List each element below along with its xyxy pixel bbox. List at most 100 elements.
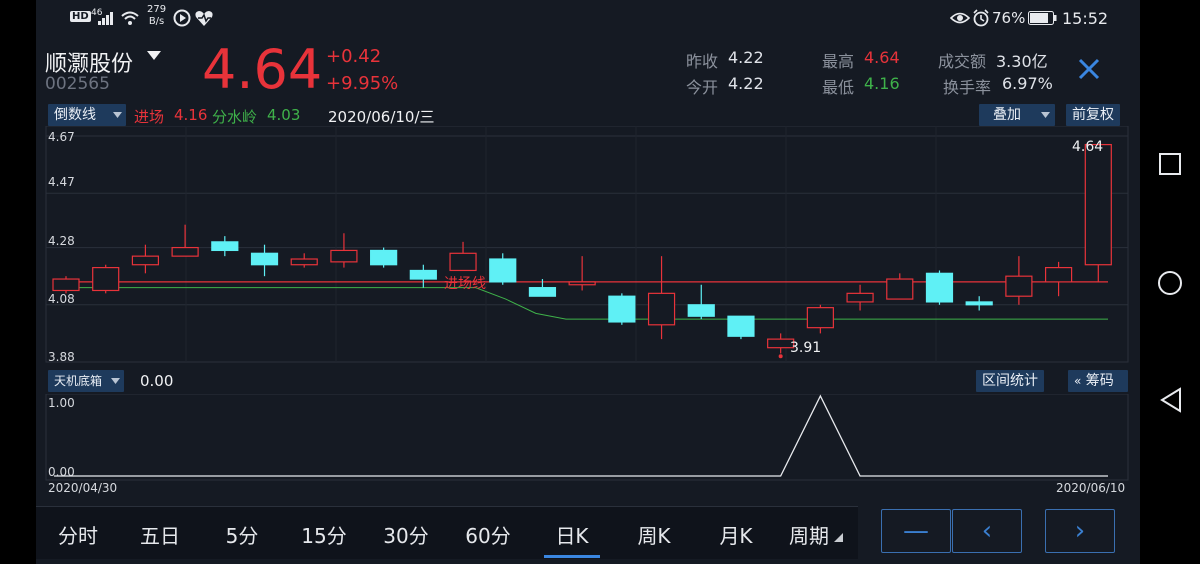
system-nav-bar <box>1140 0 1200 564</box>
sub-indicator-line <box>54 394 1108 477</box>
interval-stats-label: 区间统计 <box>982 373 1038 389</box>
status-bar: HD 46 279 B/s 76% 15:52 <box>36 0 1140 36</box>
tab-weekly-k[interactable]: 周K <box>626 520 682 549</box>
next-button[interactable]: › <box>1045 509 1115 553</box>
chevron-right-icon: › <box>1074 516 1086 546</box>
adjust-button[interactable]: 前复权 <box>1066 104 1120 126</box>
candle-body <box>449 252 477 272</box>
candle-body <box>806 307 834 329</box>
candle-body <box>131 255 160 266</box>
sub-indicator-chart[interactable] <box>36 394 1140 484</box>
candle-body <box>290 258 318 266</box>
chips-button-label: 筹码 <box>1085 373 1114 389</box>
tab-monthly-k[interactable]: 月K <box>708 520 764 549</box>
sub-y-tick-bottom: 0.00 <box>48 465 75 479</box>
entry-value: 4.16 <box>174 106 208 124</box>
candle-body <box>171 246 199 257</box>
candle-body <box>687 304 715 317</box>
max-price-label: 4.64 <box>1072 139 1104 155</box>
candle-body <box>846 292 874 303</box>
chart-frame <box>45 126 1129 363</box>
y-tick-4: 4.08 <box>48 292 75 306</box>
candle-body <box>1044 266 1073 283</box>
amount-value: 3.30亿 <box>996 52 1048 71</box>
divide-value: 4.03 <box>267 106 301 124</box>
min-price-label: 3.91 <box>790 340 822 356</box>
sub-indicator-selector[interactable]: 天机底箱 <box>48 370 124 392</box>
chevron-down-icon <box>1041 112 1050 118</box>
y-tick-5: 3.88 <box>48 350 75 364</box>
battery-icon <box>1028 11 1057 25</box>
sub-y-tick-top: 1.00 <box>48 396 75 410</box>
tab-intraday[interactable]: 分时 <box>52 520 104 549</box>
sub-chart-frame <box>45 394 1129 481</box>
hd-indicator: HD <box>70 11 91 22</box>
net-speed-unit: B/s <box>148 16 165 27</box>
start-date-label: 2020/04/30 <box>48 481 118 495</box>
stock-code: 002565 <box>45 74 110 94</box>
cursor-date: 2020/06/10/三 <box>328 108 435 126</box>
tab-15min[interactable]: 15分 <box>298 520 350 549</box>
double-chevron-left-icon: « <box>1074 374 1082 388</box>
wifi-icon <box>121 11 139 25</box>
sub-indicator-value: 0.00 <box>140 372 174 390</box>
chevron-down-icon <box>111 378 120 384</box>
open-label: 今开 <box>686 78 719 97</box>
period-tab-bar: 分时 五日 5分 15分 30分 60分 日K 周K 月K 周期 <box>36 506 858 559</box>
back-icon[interactable] <box>1159 387 1183 413</box>
indicator-selector-label: 倒数线 <box>54 107 96 123</box>
tab-60min[interactable]: 60分 <box>462 520 514 549</box>
chevron-down-icon <box>113 112 122 118</box>
low-value: 4.16 <box>864 74 900 93</box>
alarm-icon <box>973 9 989 27</box>
signal-icon <box>98 12 113 25</box>
zoom-out-button[interactable]: — <box>881 509 951 553</box>
adjust-button-label: 前复权 <box>1072 107 1114 123</box>
y-tick-3: 4.28 <box>48 234 75 248</box>
overlay-button[interactable]: 叠加 <box>979 104 1055 126</box>
open-value: 4.22 <box>728 74 764 93</box>
candle-body <box>250 252 279 266</box>
tab-5min[interactable]: 5分 <box>216 520 268 549</box>
amount-label: 成交额 <box>938 52 987 71</box>
candle-body <box>330 249 358 263</box>
chips-button[interactable]: « 筹码 <box>1068 370 1128 392</box>
current-price: 4.64 <box>202 38 323 101</box>
end-date-label: 2020/06/10 <box>1056 481 1126 495</box>
overlay-button-label: 叠加 <box>993 107 1021 123</box>
y-tick-2: 4.47 <box>48 175 75 189</box>
candle-body <box>647 292 676 326</box>
min-marker <box>778 354 783 359</box>
y-tick-1: 4.67 <box>48 130 75 144</box>
candle-body <box>965 301 993 306</box>
recent-apps-icon[interactable] <box>1159 153 1181 175</box>
tab-daily-k[interactable]: 日K <box>544 520 600 549</box>
net-speed-value: 279 <box>147 4 167 15</box>
tab-five-day[interactable]: 五日 <box>134 520 186 549</box>
corner-triangle-icon <box>834 533 843 542</box>
candle-body <box>568 281 596 286</box>
dropdown-triangle-icon[interactable] <box>147 51 161 61</box>
candle-body <box>52 278 80 292</box>
turnover-label: 换手率 <box>943 78 992 97</box>
sub-indicator-label: 天机底箱 <box>54 374 103 388</box>
entry-line-label: 进场线 <box>444 276 486 292</box>
prev-close-value: 4.22 <box>728 48 764 67</box>
candle-body <box>528 287 557 297</box>
tab-30min[interactable]: 30分 <box>380 520 432 549</box>
candle-body <box>409 269 437 280</box>
interval-stats-button[interactable]: 区间统计 <box>976 370 1044 392</box>
prev-button[interactable]: ‹ <box>952 509 1022 553</box>
candlestick-chart[interactable] <box>36 126 1140 366</box>
candle-body <box>925 272 954 303</box>
low-label: 最低 <box>822 78 855 97</box>
home-icon[interactable] <box>1157 270 1183 296</box>
indicator-selector[interactable]: 倒数线 <box>48 104 126 126</box>
price-change: +0.42 <box>326 46 382 67</box>
tab-period[interactable]: 周期 <box>784 520 834 549</box>
close-icon[interactable] <box>1078 58 1100 80</box>
candle-body <box>92 266 120 292</box>
prev-close-label: 昨收 <box>686 52 719 71</box>
clock-time: 15:52 <box>1062 9 1109 28</box>
health-icon <box>195 11 213 26</box>
